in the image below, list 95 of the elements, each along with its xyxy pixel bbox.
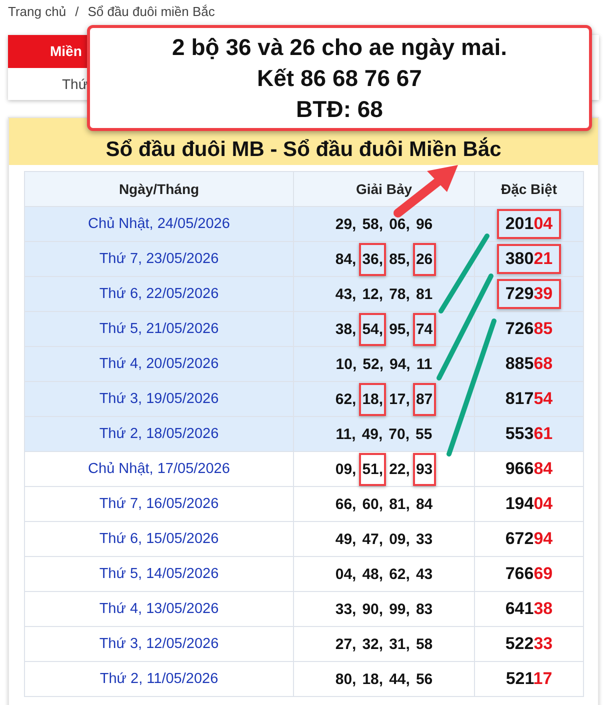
special-prize-number: 64138 xyxy=(504,598,554,620)
special-prize-number: 52233 xyxy=(504,633,554,655)
special-prize-number: 67294 xyxy=(504,528,554,550)
date-link[interactable]: Thứ 5, 21/05/2026 xyxy=(24,312,294,346)
circled-number: 26 xyxy=(412,242,436,276)
breadcrumb-separator: / xyxy=(75,4,79,21)
date-link[interactable]: Chủ Nhật, 24/05/2026 xyxy=(24,206,294,242)
breadcrumb-link[interactable]: Sổ đầu đuôi miền Bắc xyxy=(88,4,215,26)
prize-number: 09, xyxy=(334,460,358,480)
prize-number: 90, xyxy=(361,600,384,620)
prize-number: 09, xyxy=(388,530,411,550)
special-prize-number: 88568 xyxy=(504,353,554,375)
prize-number: 78, xyxy=(388,284,411,304)
prize-number: 84 xyxy=(414,494,434,514)
date-link[interactable]: Thứ 4, 13/05/2026 xyxy=(24,592,294,626)
circled-number: 93 xyxy=(412,452,436,486)
callout-text: BTĐ: 68 xyxy=(296,94,383,124)
region-tab[interactable]: Miền xyxy=(8,35,87,68)
prize-number: 49, xyxy=(334,530,358,550)
prize-number: 60, xyxy=(361,494,384,514)
prize-number: 49, xyxy=(360,424,384,444)
prize-number: 33, xyxy=(334,600,358,620)
prize-number: 70, xyxy=(388,424,411,444)
prize-number: 96 xyxy=(414,214,434,234)
date-link[interactable]: Thứ 7, 23/05/2026 xyxy=(24,242,294,276)
prize-number: 17, xyxy=(388,390,411,410)
prize-number: 18, xyxy=(361,670,384,690)
prize-number: 10, xyxy=(334,354,358,374)
special-prize-number: 19404 xyxy=(504,493,554,515)
date-link[interactable]: Thứ 6, 22/05/2026 xyxy=(24,276,294,312)
prize-number: 27, xyxy=(334,634,358,654)
prize-number: 58, xyxy=(361,214,384,234)
prize-number: 22, xyxy=(388,460,411,480)
date-link[interactable]: Thứ 2, 11/05/2026 xyxy=(24,662,294,696)
day-link[interactable]: Thứ xyxy=(62,76,88,92)
prize-number: 81 xyxy=(414,284,434,304)
prize-number: 11, xyxy=(334,424,357,444)
prize-number: 84, xyxy=(334,250,358,270)
date-link[interactable]: Thứ 5, 14/05/2026 xyxy=(24,556,294,592)
date-link[interactable]: Thứ 7, 16/05/2026 xyxy=(24,486,294,522)
circled-number: 18, xyxy=(359,382,386,416)
special-prize-number: 38021 xyxy=(497,244,561,274)
prize-number: 33 xyxy=(414,530,434,550)
prize-number: 04, xyxy=(334,564,358,584)
date-link[interactable]: Thứ 4, 20/05/2026 xyxy=(24,346,294,382)
prize-number: 47, xyxy=(361,530,384,550)
prize-number: 31, xyxy=(388,634,411,654)
date-link[interactable]: Thứ 2, 18/05/2026 xyxy=(24,416,294,452)
prize-number: 56 xyxy=(414,670,434,690)
prize-number: 66, xyxy=(334,494,358,514)
prize-number: 55 xyxy=(414,424,434,444)
circled-number: 51, xyxy=(359,452,386,486)
column-header: Đặc Biệt xyxy=(474,172,584,206)
special-prize-number: 76669 xyxy=(504,563,554,585)
prize-number: 95, xyxy=(388,320,411,340)
special-prize-number: 96684 xyxy=(504,458,554,480)
prize-number: 12, xyxy=(361,284,384,304)
prize-number: 32, xyxy=(361,634,384,654)
prize-number: 62, xyxy=(334,390,358,410)
prize-number: 43 xyxy=(414,564,434,584)
circled-number: 36, xyxy=(359,242,386,276)
circled-number: 54, xyxy=(359,312,386,346)
prize-number: 43, xyxy=(334,284,358,304)
special-prize-number: 81754 xyxy=(504,388,554,410)
circled-number: 87 xyxy=(412,382,436,416)
special-prize-number: 20104 xyxy=(497,209,561,239)
special-prize-number: 52117 xyxy=(504,668,554,690)
special-prize-number: 55361 xyxy=(504,423,554,445)
column-header: Ngày/Tháng xyxy=(24,172,294,206)
breadcrumb-link[interactable]: Trang chủ xyxy=(8,4,66,26)
date-link[interactable]: Thứ 3, 12/05/2026 xyxy=(24,626,294,662)
special-prize-number: 72939 xyxy=(497,279,561,309)
prize-number: 81, xyxy=(388,494,411,514)
callout-text: Kết 86 68 76 67 xyxy=(257,64,422,92)
prize-number: 52, xyxy=(362,354,384,374)
prize-number: 80, xyxy=(334,670,358,690)
date-link[interactable]: Chủ Nhật, 17/05/2026 xyxy=(24,452,294,486)
date-link[interactable]: Thứ 3, 19/05/2026 xyxy=(24,382,294,416)
prize-number: 85, xyxy=(388,250,411,270)
section-title: Sổ đầu đuôi MB - Sổ đầu đuôi Miền Bắc xyxy=(106,138,502,162)
date-link[interactable]: Thứ 6, 15/05/2026 xyxy=(24,522,294,556)
prize-number: 44, xyxy=(388,670,411,690)
prize-number: 06, xyxy=(388,214,411,234)
prize-number: 83 xyxy=(414,600,434,620)
prize-number: 38, xyxy=(334,320,358,340)
prize-number: 58 xyxy=(414,634,434,654)
prize-number: 99, xyxy=(388,600,411,620)
prize-number: 62, xyxy=(388,564,411,584)
prize-number: 94, xyxy=(388,354,412,374)
callout-text: 2 bộ 36 và 26 cho ae ngày mai. xyxy=(172,32,507,62)
special-prize-number: 72685 xyxy=(504,318,554,340)
prize-number: 29, xyxy=(334,214,358,234)
prize-number: 48, xyxy=(361,564,384,584)
circled-number: 74 xyxy=(412,312,436,346)
prize-number: 11 xyxy=(415,354,434,374)
